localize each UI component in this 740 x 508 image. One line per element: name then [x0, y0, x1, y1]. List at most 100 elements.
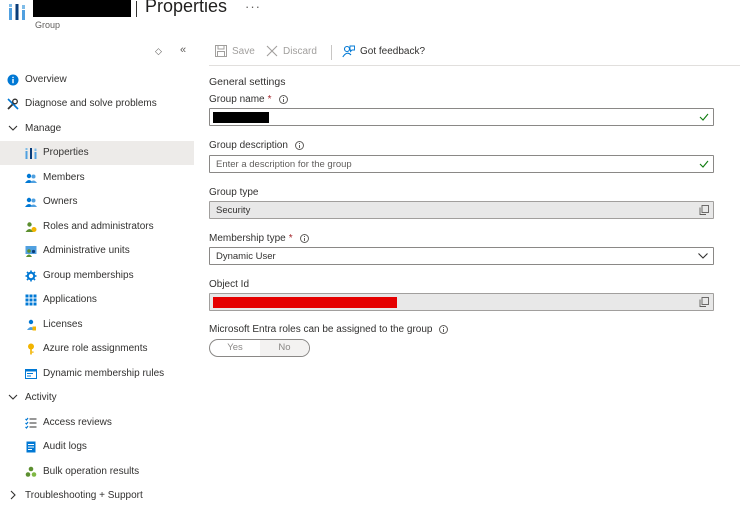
info-icon: [7, 74, 19, 86]
save-label: Save: [232, 45, 255, 57]
sidebar-item-label: Bulk operation results: [43, 466, 140, 477]
sidebar-item-overview[interactable]: Overview: [0, 68, 194, 92]
required-marker: *: [267, 94, 272, 105]
membership-type-dropdown[interactable]: Dynamic User: [209, 247, 714, 265]
section-title: General settings: [209, 76, 286, 88]
group-name-field[interactable]: [209, 108, 714, 126]
group-type-field: Security: [209, 201, 714, 219]
object-id-label-text: Object Id: [209, 279, 250, 290]
save-icon: [215, 45, 227, 57]
redacted-value: [213, 297, 397, 308]
discard-button[interactable]: Discard: [266, 45, 317, 57]
sidebar-item-label: Roles and administrators: [43, 221, 154, 232]
sidebar-group-manage[interactable]: Manage: [0, 117, 194, 141]
group-description-label: Group description: [209, 140, 304, 151]
membership-type-label-text: Membership type: [209, 233, 286, 244]
checkmark-icon: [699, 160, 709, 168]
properties-icon: [9, 4, 25, 20]
group-name-label-text: Group name: [209, 94, 265, 105]
sidebar-item-label: Access reviews: [43, 417, 112, 428]
chevron-down-icon: [8, 394, 18, 400]
sidebar-group-troubleshooting-support[interactable]: Troubleshooting + Support: [0, 484, 194, 508]
sidebar-item-members[interactable]: Members: [0, 166, 194, 190]
toggle-option-no[interactable]: No: [260, 340, 309, 356]
entra-roles-label-text: Microsoft Entra roles can be assigned to…: [209, 324, 433, 335]
licenses-icon: [27, 319, 36, 331]
feedback-button[interactable]: Got feedback?: [342, 45, 425, 58]
apps-grid-icon: [25, 294, 37, 306]
checkmark-icon: [699, 113, 709, 121]
owners-icon: [25, 197, 37, 207]
wrench-icon: [7, 98, 19, 110]
sidebar-item-licenses[interactable]: Licenses: [0, 313, 194, 337]
log-icon: [26, 441, 36, 453]
sidebar-item-properties[interactable]: Properties: [0, 141, 194, 165]
rules-icon: [25, 369, 37, 379]
redacted-value: [213, 112, 269, 123]
sidebar-item-group-memberships[interactable]: Group memberships: [0, 264, 194, 288]
group-description-label-text: Group description: [209, 140, 288, 151]
checklist-icon: [25, 417, 37, 429]
sidebar-item-label: Activity: [25, 392, 57, 403]
info-icon[interactable]: [439, 325, 449, 334]
redacted-group-name: [33, 0, 131, 17]
bulk-icon: [25, 466, 37, 477]
save-button[interactable]: Save: [215, 45, 255, 57]
sort-icon[interactable]: ◇: [155, 46, 162, 57]
command-bar: Save Discard Got feedback?: [209, 42, 740, 66]
group-type-value: Security: [216, 205, 251, 216]
entra-roles-toggle[interactable]: Yes No: [209, 339, 310, 357]
membership-type-label: Membership type *: [209, 233, 309, 244]
properties-icon: [25, 148, 37, 159]
page-title: Properties: [145, 0, 228, 16]
sidebar-item-label: Diagnose and solve problems: [25, 98, 157, 109]
sidebar-item-azure-role-assignments[interactable]: Azure role assignments: [0, 337, 194, 361]
sidebar-item-administrative-units[interactable]: Administrative units: [0, 239, 194, 263]
copy-icon[interactable]: [699, 297, 709, 307]
sidebar-item-label: Applications: [43, 294, 97, 305]
chevron-down-icon: [698, 253, 708, 259]
feedback-icon: [342, 45, 355, 58]
toggle-option-yes[interactable]: Yes: [210, 340, 260, 356]
toolbar-separator: [331, 45, 332, 60]
chevron-right-icon: [10, 490, 16, 500]
group-description-field[interactable]: Enter a description for the group: [209, 155, 714, 173]
sidebar-item-label: Manage: [25, 123, 62, 134]
group-name-label: Group name *: [209, 94, 288, 105]
sidebar-group-activity[interactable]: Activity: [0, 386, 194, 410]
collapse-sidebar-icon[interactable]: «: [180, 44, 186, 56]
sidebar-controls: ◇ «: [150, 44, 194, 60]
sidebar-item-label: Administrative units: [43, 245, 130, 256]
roles-icon: [25, 222, 37, 232]
sidebar-item-label: Owners: [43, 196, 78, 207]
sidebar-item-bulk-operation-results[interactable]: Bulk operation results: [0, 460, 194, 484]
sidebar-item-label: Audit logs: [43, 441, 87, 452]
sidebar-item-label: Dynamic membership rules: [43, 368, 165, 379]
sidebar-item-roles-and-administrators[interactable]: Roles and administrators: [0, 215, 194, 239]
copy-icon[interactable]: [699, 205, 709, 215]
sidebar-item-diagnose[interactable]: Diagnose and solve problems: [0, 92, 194, 116]
info-icon[interactable]: [299, 234, 309, 243]
chevron-down-icon: [8, 125, 18, 131]
sidebar-item-label: Group memberships: [43, 270, 134, 281]
entra-roles-label: Microsoft Entra roles can be assigned to…: [209, 324, 449, 335]
gear-icon: [25, 270, 37, 282]
sidebar-item-access-reviews[interactable]: Access reviews: [0, 411, 194, 435]
page-subtitle: Group: [35, 20, 61, 30]
sidebar-item-audit-logs[interactable]: Audit logs: [0, 435, 194, 459]
object-id-field: [209, 293, 714, 311]
sidebar-item-dynamic-membership-rules[interactable]: Dynamic membership rules: [0, 362, 194, 386]
title-separator: [136, 1, 137, 17]
sidebar-item-owners[interactable]: Owners: [0, 190, 194, 214]
more-options-icon[interactable]: ···: [245, 0, 261, 14]
object-id-label: Object Id: [209, 279, 249, 290]
info-icon[interactable]: [278, 95, 288, 104]
required-marker: *: [288, 233, 293, 244]
sidebar-item-label: Properties: [43, 147, 89, 158]
feedback-label: Got feedback?: [360, 46, 426, 57]
sidebar-item-applications[interactable]: Applications: [0, 288, 194, 312]
sidebar: ◇ « Overview Diagnose and solve problems…: [0, 40, 194, 508]
key-icon: [28, 343, 34, 355]
group-type-label: Group type: [209, 187, 258, 198]
info-icon[interactable]: [294, 141, 304, 150]
